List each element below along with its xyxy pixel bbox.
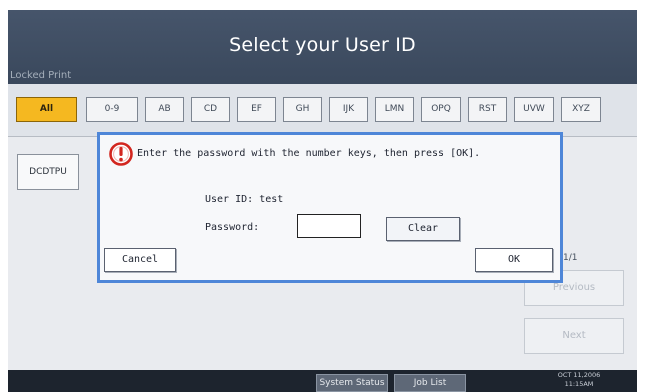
function-name: Locked Print: [10, 70, 72, 81]
operation-panel-screen: Select your User ID Locked Print All 0-9…: [8, 10, 637, 392]
user-id-button[interactable]: DCDTPU: [17, 154, 79, 190]
tab-ef[interactable]: EF: [237, 97, 276, 122]
tab-opq[interactable]: OPQ: [421, 97, 461, 122]
clear-button[interactable]: Clear: [386, 217, 460, 241]
date-text: OCT 11,2006: [557, 371, 601, 379]
user-id-value: test: [259, 194, 284, 205]
header-bar: Select your User ID Locked Print: [8, 10, 637, 84]
system-status-button[interactable]: System Status: [316, 374, 388, 392]
tab-xyz[interactable]: XYZ: [561, 97, 601, 122]
tab-all[interactable]: All: [16, 97, 77, 122]
tab-ijk[interactable]: IJK: [329, 97, 368, 122]
warning-icon: [109, 142, 133, 166]
tab-0-9[interactable]: 0-9: [86, 97, 138, 122]
clock: OCT 11,2006 11:15AM: [544, 371, 614, 389]
status-footer: System Status Job List OCT 11,2006 11:15…: [8, 370, 637, 392]
password-label: Password:: [205, 222, 260, 233]
next-button[interactable]: Next: [524, 318, 624, 354]
user-id-row: User ID: test: [205, 194, 283, 205]
job-list-button[interactable]: Job List: [394, 374, 466, 392]
initial-filter-tabs: All 0-9 AB CD EF GH IJK LMN OPQ RST UVW …: [8, 84, 637, 137]
cancel-button[interactable]: Cancel: [104, 248, 176, 272]
time-text: 11:15AM: [564, 380, 594, 388]
tab-rst[interactable]: RST: [468, 97, 507, 122]
dialog-message: Enter the password with the number keys,…: [137, 148, 481, 159]
password-field[interactable]: [297, 214, 361, 238]
tab-gh[interactable]: GH: [283, 97, 322, 122]
tab-uvw[interactable]: UVW: [514, 97, 554, 122]
password-dialog: Enter the password with the number keys,…: [97, 132, 563, 283]
user-id-label: User ID:: [205, 194, 254, 205]
page-indicator: 1/1: [563, 253, 578, 263]
tab-ab[interactable]: AB: [145, 97, 184, 122]
tab-cd[interactable]: CD: [191, 97, 230, 122]
page-title: Select your User ID: [229, 34, 416, 56]
ok-button[interactable]: OK: [475, 248, 553, 272]
tab-lmn[interactable]: LMN: [375, 97, 414, 122]
